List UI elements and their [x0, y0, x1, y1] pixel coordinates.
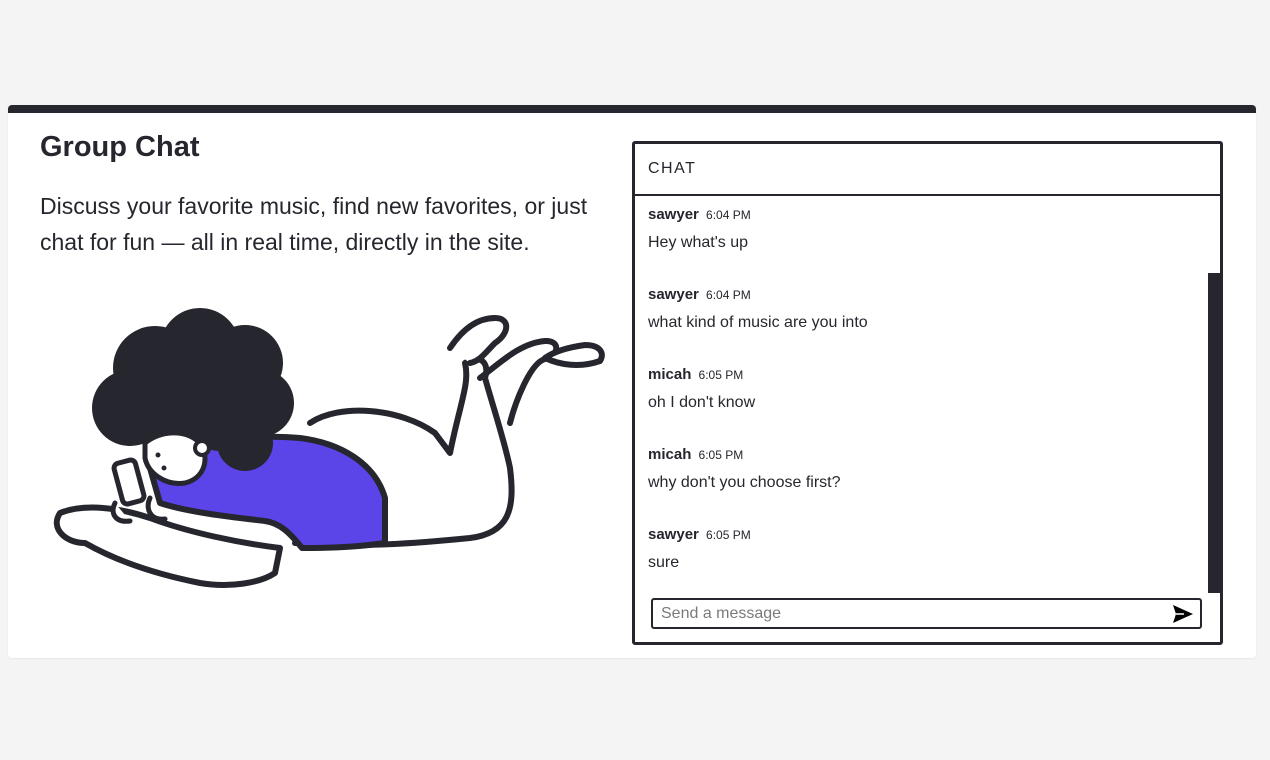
message-timestamp: 6:05 PM	[706, 528, 751, 542]
message-timestamp: 6:04 PM	[706, 208, 751, 222]
chat-message: micah 6:05 PM why don't you choose first…	[648, 446, 841, 492]
page-description: Discuss your favorite music, find new fa…	[40, 193, 588, 255]
chat-header: CHAT	[635, 144, 1220, 196]
chat-message: micah 6:05 PM oh I don't know	[648, 366, 755, 412]
message-timestamp: 6:05 PM	[698, 368, 744, 382]
send-button[interactable]	[1166, 600, 1200, 627]
message-list[interactable]: sawyer 6:04 PM Hey what's up sawyer 6:04…	[635, 196, 1220, 593]
message-timestamp: 6:04 PM	[706, 288, 751, 302]
message-scrollbar[interactable]	[1208, 273, 1220, 593]
group-chat-card: Group Chat Discuss your favorite music, …	[8, 105, 1256, 658]
message-timestamp: 6:05 PM	[698, 448, 744, 462]
message-text: Hey what's up	[648, 234, 748, 251]
chat-panel: CHAT sawyer 6:04 PM Hey what's up sawyer…	[632, 141, 1223, 645]
message-input-box	[651, 598, 1202, 629]
person-lying-illustration	[53, 308, 605, 588]
chat-message: sawyer 6:04 PM Hey what's up	[648, 206, 751, 252]
message-username: sawyer	[648, 286, 699, 303]
message-username: sawyer	[648, 206, 699, 223]
chat-header-label: CHAT	[648, 160, 697, 177]
page-title: Group Chat	[40, 131, 200, 163]
message-text: sure	[648, 554, 680, 571]
chat-message: sawyer 6:04 PM what kind of music are yo…	[648, 286, 868, 332]
message-username: micah	[648, 366, 692, 383]
send-icon	[1173, 604, 1193, 623]
message-text: why don't you choose first?	[648, 474, 841, 491]
message-input[interactable]	[653, 600, 1166, 627]
message-username: micah	[648, 446, 692, 463]
message-text: what kind of music are you into	[648, 314, 868, 331]
message-text: oh I don't know	[648, 394, 756, 411]
message-username: sawyer	[648, 526, 699, 543]
chat-message: sawyer 6:05 PM sure	[648, 526, 751, 572]
